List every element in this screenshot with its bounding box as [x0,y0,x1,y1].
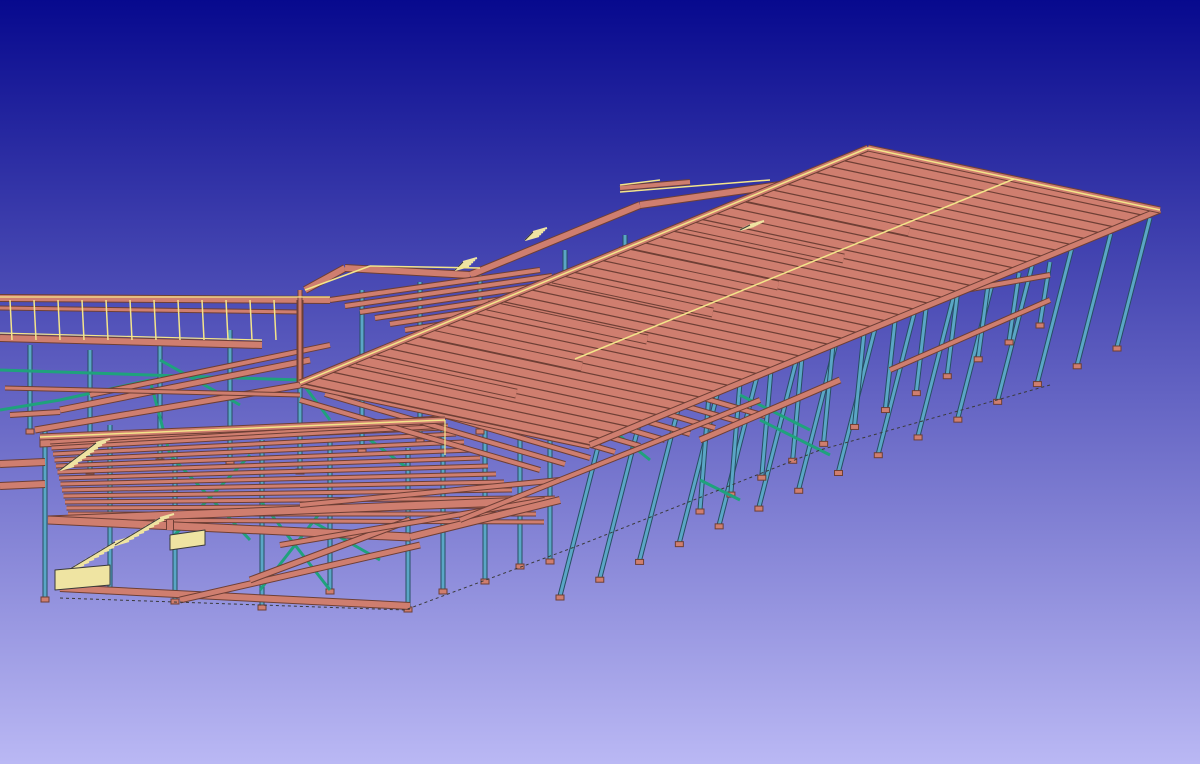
steel-structure-model[interactable] [0,0,1200,764]
column-base-plate [911,390,921,397]
column-base-plate [545,558,555,565]
column-base-plate [754,505,764,512]
stair-landing [54,564,111,591]
column-base-plate [714,523,724,530]
column-base-plate [834,470,843,476]
column-base-plate [1032,381,1042,388]
column-base-plate [819,440,829,447]
column-base-plate [913,434,923,441]
column-base-plate [942,373,952,380]
column-base-plate [257,604,267,611]
3d-viewport[interactable] [0,0,1200,764]
column-base-plate [1072,363,1082,370]
left-wing-top-beam [0,295,331,303]
column-base-plate [438,588,448,595]
column-base-plate [25,428,35,435]
column-base-plate [595,576,605,583]
column-base-plate [880,407,890,414]
column-base-plate [1004,339,1014,346]
left-wing-beam [0,459,46,467]
column-base-plate [1112,345,1122,352]
column-base-plate [674,541,684,548]
column-base-plate [1035,322,1045,329]
column-base-plate [555,594,565,601]
column-base-plate [635,558,645,565]
column-base-plate [873,452,883,459]
column-base-plate [973,356,983,363]
column-base-plate [953,416,963,423]
column-base-plate [788,457,798,464]
column-base-plate [695,508,705,515]
column-base-plate [850,423,860,430]
column-base-plate [757,474,767,481]
column-base-plate [40,596,50,603]
column-base-plate [794,487,804,494]
left-wing-beam [0,481,46,489]
